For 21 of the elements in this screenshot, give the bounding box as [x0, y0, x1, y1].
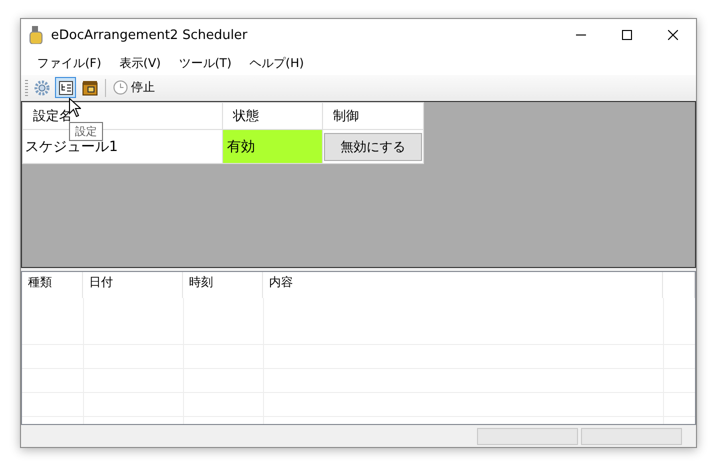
clock-icon — [113, 80, 128, 95]
window-title: eDocArrangement2 Scheduler — [51, 28, 248, 42]
toolbar-button[interactable]: 停止 — [111, 77, 157, 98]
column-header: 内容 — [263, 272, 663, 298]
status-cell: 有効 — [222, 130, 322, 164]
box-icon — [82, 80, 98, 96]
column-header: 時刻 — [183, 272, 263, 298]
column-header: 種類 — [22, 272, 83, 298]
gear-icon — [34, 80, 50, 96]
toolbar-button[interactable] — [55, 77, 76, 98]
column-header: 制御 — [322, 102, 424, 130]
menu-item[interactable]: ファイル(F) — [28, 54, 110, 72]
close-icon — [668, 30, 678, 40]
column-header: 日付 — [83, 272, 183, 298]
menu-item[interactable]: ヘルプ(H) — [240, 54, 313, 72]
app-icon — [29, 26, 43, 44]
menu-item[interactable]: ツール(T) — [170, 54, 241, 72]
toggle-button[interactable]: 無効にする — [324, 132, 422, 160]
list-icon — [58, 80, 72, 94]
maximize-icon — [622, 30, 632, 40]
menu-item[interactable]: 表示(V) — [110, 54, 170, 72]
